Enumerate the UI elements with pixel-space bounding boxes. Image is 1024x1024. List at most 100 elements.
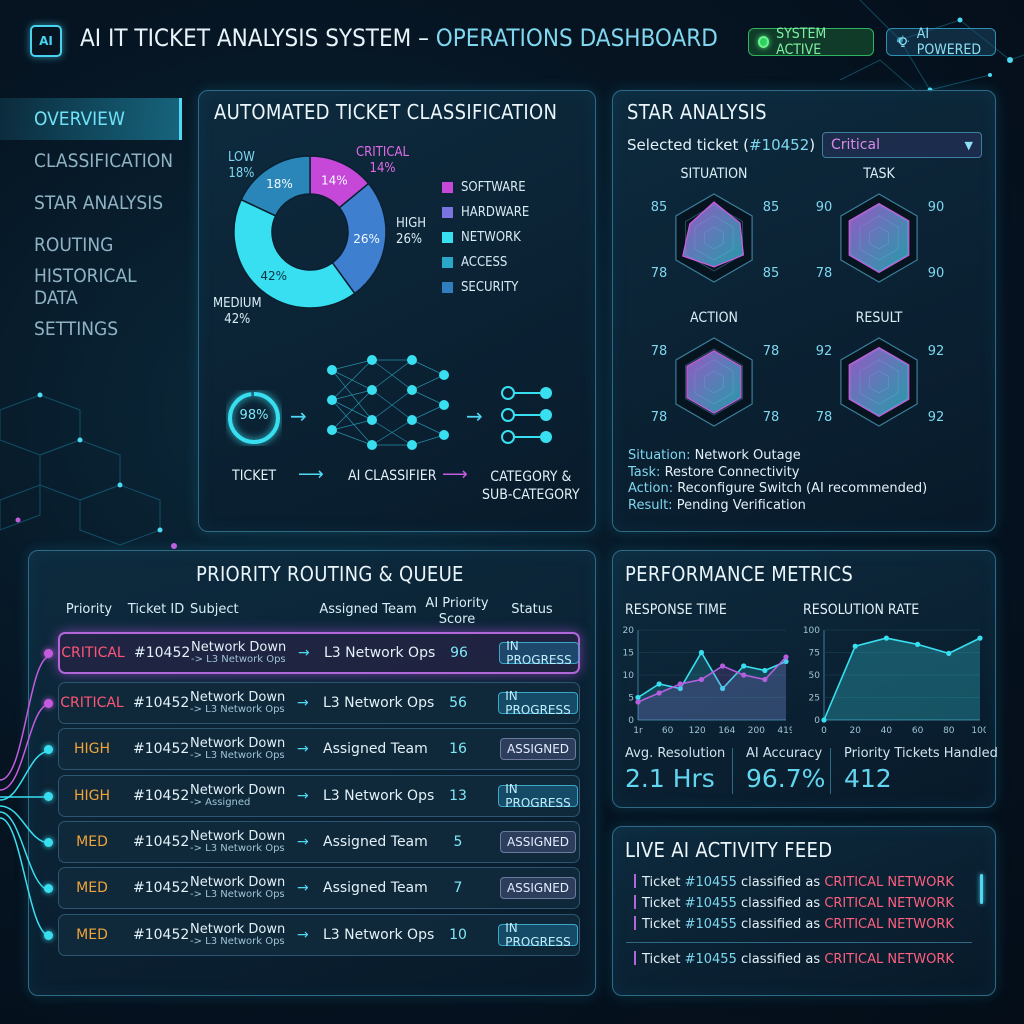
performance-title: PERFORMANCE METRICS: [625, 562, 854, 586]
selected-ticket-id: #10452: [748, 136, 810, 154]
chevron-down-icon: ▼: [964, 138, 973, 152]
label-high: HIGH 26%: [396, 216, 426, 249]
feed-prefix: Ticket: [642, 896, 685, 911]
selected-ticket-suffix: ): [809, 136, 816, 154]
feed-prefix: Ticket: [642, 875, 685, 890]
star-summary-situation: Situation: Network Outage: [628, 448, 927, 465]
resolution-rate-title: RESOLUTION RATE: [803, 602, 920, 618]
legend-swatch: [442, 232, 453, 243]
confidence-value: 98%: [239, 408, 269, 423]
y-tick-label: 0: [814, 716, 820, 726]
donut-slice-medium: [233, 198, 356, 309]
star-summary: Situation: Network Outage Task: Restore …: [628, 448, 927, 514]
pipeline-category-label: CATEGORY & SUB-CATEGORY: [482, 468, 580, 504]
legend-item-software: SOFTWARE: [442, 180, 526, 195]
col-ai-priority-line1: AI Priority: [425, 596, 489, 611]
arrow-icon: →: [466, 404, 483, 428]
arrow-icon: →: [297, 927, 309, 943]
sidebar-item-classification[interactable]: CLASSIFICATION: [0, 140, 182, 182]
row-status: IN PROGRESS: [498, 776, 578, 816]
table-row[interactable]: CRITICAL #10452 Network Down -> L3 Network …: [58, 682, 580, 724]
sidebar-item-historical-data[interactable]: HISTORICAL DATA: [0, 265, 182, 309]
data-point: [677, 681, 683, 687]
sidebar-item-routing[interactable]: ROUTING: [0, 224, 182, 266]
col-assigned-team: Assigned Team: [319, 602, 417, 617]
pipeline-category-line2: SUB-CATEGORY: [482, 487, 580, 504]
page-title: AI IT TICKET ANALYSIS SYSTEM – OPERATION…: [80, 24, 718, 52]
feed-ticket-id: #10455: [684, 875, 737, 890]
row-subject-sub: -> L3 Network Ops: [190, 935, 285, 947]
status-badge: ASSIGNED: [499, 877, 577, 899]
priority-dropdown[interactable]: Critical ▼: [822, 132, 982, 158]
star-label-action: ACTION: [690, 310, 738, 326]
kpi-priority-tickets-value: 412: [844, 764, 892, 793]
feed-item[interactable]: Ticket #10455 classified as CRITICAL NET…: [634, 895, 954, 911]
x-tick-label: 100: [971, 726, 986, 736]
row-status: IN PROGRESS: [498, 915, 578, 955]
star-label-situation: SITUATION: [680, 166, 748, 182]
table-row[interactable]: HIGH #10452 Network Down -> L3 Network Ops →…: [58, 728, 580, 770]
sidebar-item-settings[interactable]: SETTINGS: [0, 308, 182, 350]
row-ticket-id: #10452: [133, 834, 190, 850]
pipeline-ticket-label: TICKET: [232, 468, 277, 484]
row-assigned-team: Assigned Team: [323, 880, 428, 896]
row-subject: Network Down -> L3 Network Ops: [190, 915, 285, 955]
sidebar-item-overview[interactable]: OVERVIEW: [0, 98, 182, 140]
status-badge: ASSIGNED: [499, 831, 577, 853]
label-low-name: LOW: [228, 150, 255, 165]
row-subject-sub: -> L3 Network Ops: [190, 842, 285, 854]
table-row[interactable]: MED #10452 Network Down -> L3 Network Ops → L…: [58, 914, 580, 956]
connector-node-icon: [44, 649, 53, 658]
data-point: [656, 681, 662, 687]
legend-swatch: [442, 207, 453, 218]
kpi-ai-accuracy-value: 96.7%: [746, 764, 826, 793]
neural-network-icon: [327, 355, 449, 450]
status-badge: IN PROGRESS: [498, 921, 578, 949]
data-point: [741, 672, 747, 678]
row-priority: HIGH: [73, 788, 111, 804]
data-point: [762, 667, 768, 674]
arrow-icon: →: [297, 695, 309, 711]
summary-key: Task:: [628, 464, 661, 480]
star-summary-action: Action: Reconfigure Switch (AI recommend…: [628, 481, 927, 498]
x-tick-label: 20: [849, 726, 861, 736]
feed-ticket-id: #10455: [684, 952, 737, 967]
priority-dropdown-value: Critical: [831, 137, 880, 153]
summary-value: Restore Connectivity: [660, 464, 800, 480]
ai-chip-icon: AI: [30, 25, 62, 57]
page-title-main: AI IT TICKET ANALYSIS SYSTEM –: [80, 24, 436, 52]
data-point: [719, 663, 726, 669]
feed-item[interactable]: Ticket #10455 classified as CRITICAL NET…: [634, 874, 954, 890]
status-badge: IN PROGRESS: [498, 782, 578, 810]
feed-item[interactable]: Ticket #10455 classified as CRITICAL NET…: [634, 916, 954, 932]
table-row[interactable]: MED #10452 Network Down -> L3 Network Ops → A…: [58, 821, 580, 863]
y-tick-label: 25: [809, 694, 820, 704]
feed-ticket-id: #10455: [684, 896, 737, 911]
row-ai-score: 16: [449, 741, 467, 757]
y-tick-label: 75: [809, 649, 820, 659]
table-row[interactable]: MED #10452 Network Down -> L3 Network Ops → A…: [58, 867, 580, 909]
row-assigned-team: L3 Network Ops: [323, 927, 435, 943]
feed-item[interactable]: Ticket #10455 classified as CRITICAL NET…: [634, 951, 954, 967]
x-tick-label: 120: [689, 726, 706, 736]
row-assigned-team: L3 Network Ops: [324, 645, 436, 661]
resolution-rate-chart: 0 25 50 75 100 0 20 40 60 80 100: [803, 626, 986, 736]
data-point: [656, 690, 662, 696]
data-point: [635, 699, 641, 705]
feed-bullet-icon: [634, 895, 636, 909]
arrow-icon: →: [297, 880, 309, 896]
row-ai-score: 7: [453, 880, 463, 896]
row-assigned-team: L3 Network Ops: [323, 788, 435, 804]
category-tree-icon: [501, 386, 552, 444]
sidebar-item-star-analysis[interactable]: STAR ANALYSIS: [0, 182, 182, 224]
page-title-accent: OPERATIONS DASHBOARD: [435, 24, 718, 52]
feed-mid: classified as: [736, 875, 825, 890]
pipeline-classifier-label: AI CLASSIFIER: [348, 468, 437, 484]
label-critical-name: CRITICAL: [356, 145, 410, 160]
table-row[interactable]: HIGH #10452 Network Down -> Assigned → L3 Net…: [58, 775, 580, 817]
x-tick-label: 0: [821, 726, 827, 736]
feed-scrollbar[interactable]: [980, 874, 983, 904]
ai-powered-badge: AI POWERED: [886, 26, 996, 58]
feed-prefix: Ticket: [642, 917, 685, 932]
table-row[interactable]: CRITICAL #10452 Network Down -> L3 Network …: [58, 632, 580, 674]
